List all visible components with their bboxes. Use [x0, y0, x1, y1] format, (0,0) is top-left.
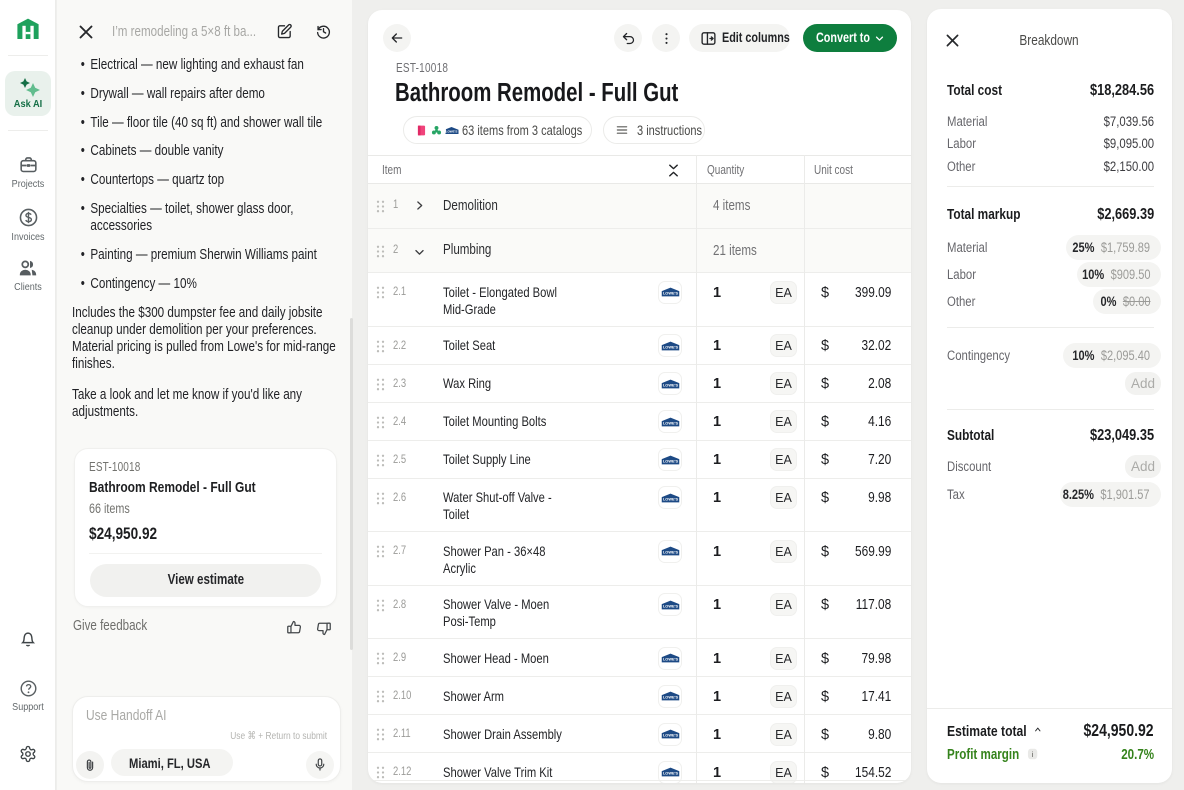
svg-text:LOWE'S: LOWE'S: [662, 291, 677, 296]
svg-text:LOWE'S: LOWE'S: [662, 657, 677, 662]
svg-text:LOWE'S: LOWE'S: [662, 604, 677, 609]
svg-text:LOWE'S: LOWE'S: [662, 695, 677, 700]
svg-text:LOWE'S: LOWE'S: [662, 345, 677, 350]
svg-text:LOWE'S: LOWE'S: [662, 383, 677, 388]
svg-text:LOWE'S: LOWE'S: [662, 771, 677, 776]
svg-text:LOWE'S: LOWE'S: [662, 459, 677, 464]
svg-text:LOWE'S: LOWE'S: [662, 421, 677, 426]
svg-text:LOWE'S: LOWE'S: [446, 129, 458, 133]
svg-text:LOWE'S: LOWE'S: [662, 733, 677, 738]
svg-text:LOWE'S: LOWE'S: [662, 550, 677, 555]
svg-text:i: i: [1032, 751, 1034, 759]
svg-text:LOWE'S: LOWE'S: [662, 497, 677, 502]
